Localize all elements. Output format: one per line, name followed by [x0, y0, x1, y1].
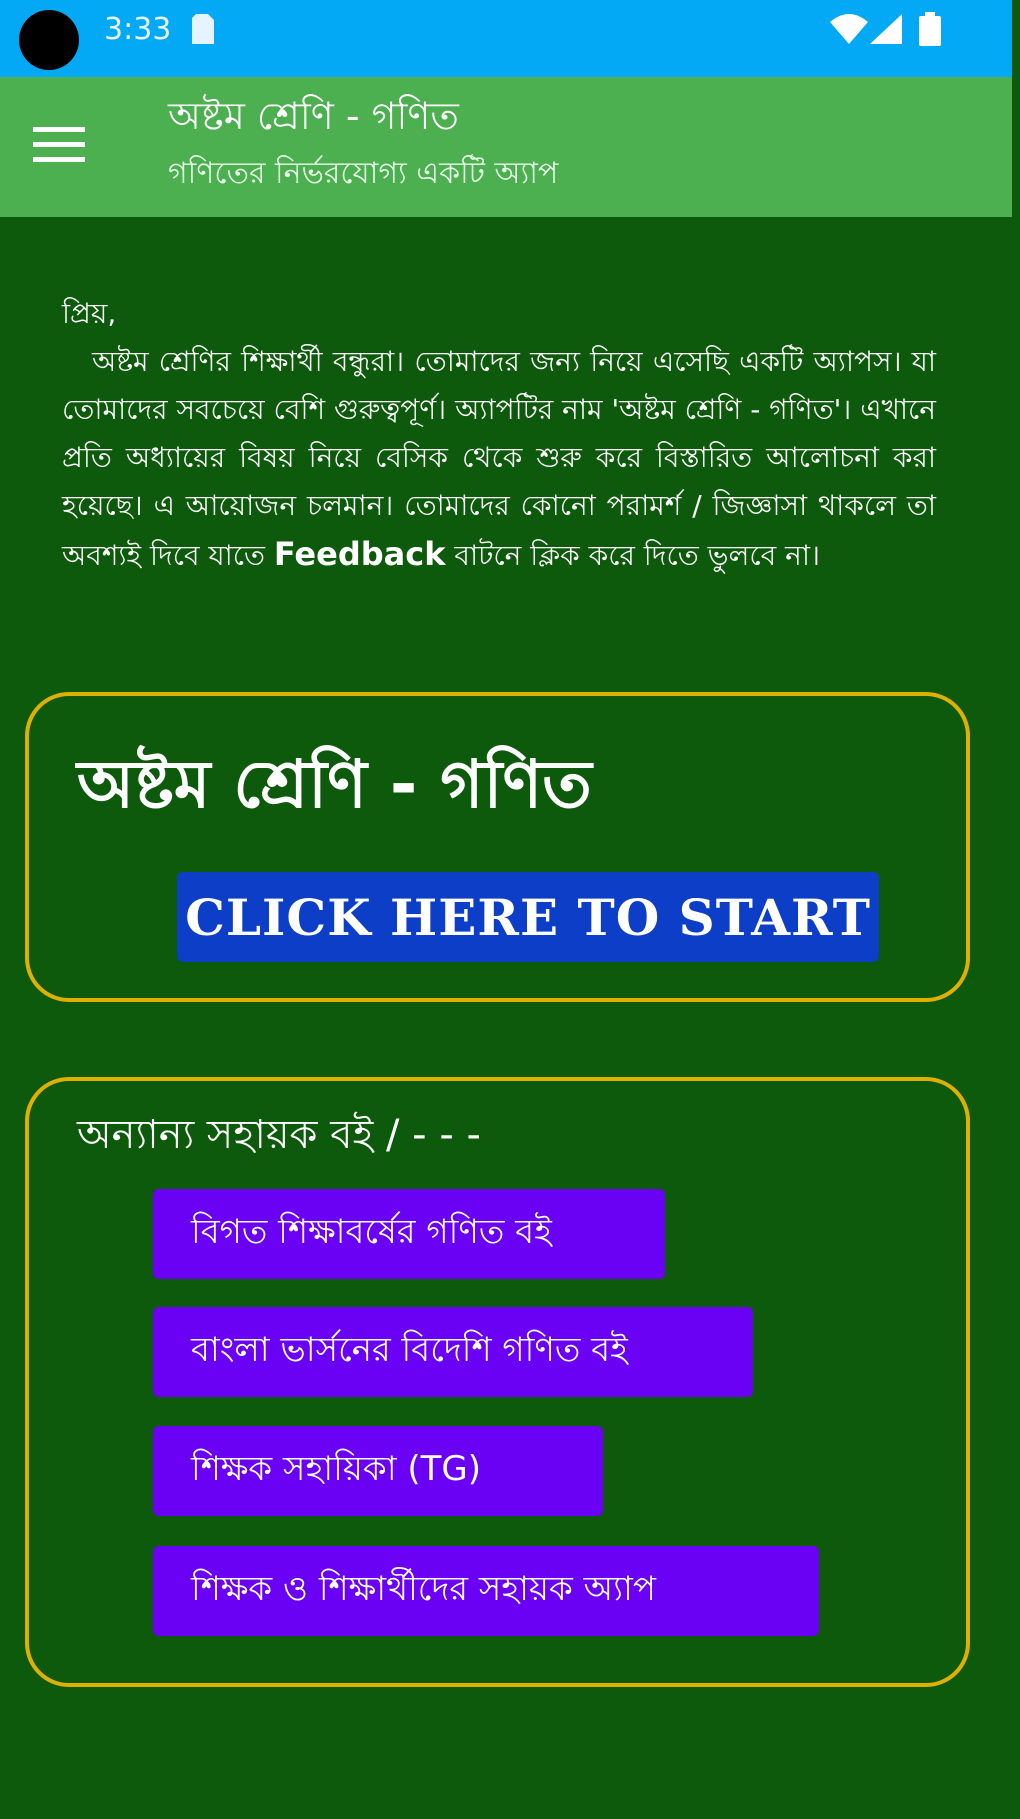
books-heading: অন্যান্য সহায়ক বই / - - - — [77, 1112, 481, 1158]
intro-text-before: অষ্টম শ্রেণির শিক্ষার্থী বন্ধুরা। তোমাদে… — [62, 345, 936, 572]
camera-cutout — [19, 10, 79, 70]
status-bar: 3:33 — [0, 0, 1012, 77]
signal-icon — [870, 14, 902, 48]
helper-app-button[interactable]: শিক্ষক ও শিক্ষার্থীদের সহায়ক অ্যাপ — [153, 1546, 819, 1636]
intro-paragraph: অষ্টম শ্রেণির শিক্ষার্থী বন্ধুরা। তোমাদে… — [62, 338, 936, 580]
app-subtitle: গণিতের নির্ভরযোগ্য একটি অ্যাপ — [168, 156, 559, 191]
intro-text-after: বাটনে ক্লিক করে দিতে ভুলবে না। — [454, 539, 820, 572]
app-title: অষ্টম শ্রেণি - গণিত — [168, 94, 459, 138]
intro-greeting: প্রিয়, — [62, 297, 117, 330]
teacher-guide-button[interactable]: শিক্ষক সহায়িকা (TG) — [153, 1426, 603, 1516]
start-button[interactable]: CLICK HERE TO START — [177, 872, 879, 962]
previous-year-math-book-button[interactable]: বিগত শিক্ষাবর্ষের গণিত বই — [153, 1189, 665, 1279]
hamburger-menu-icon[interactable] — [33, 125, 85, 169]
wifi-icon — [830, 14, 868, 48]
intro-text: প্রিয়, অষ্টম শ্রেণির শিক্ষার্থী বন্ধুরা… — [62, 290, 936, 580]
books-card: অন্যান্য সহায়ক বই / - - - বিগত শিক্ষাবর… — [25, 1077, 970, 1687]
feedback-word: Feedback — [273, 535, 446, 573]
app-bar: অষ্টম শ্রেণি - গণিত গণিতের নির্ভরযোগ্য এ… — [0, 77, 1012, 217]
sim-card-icon — [192, 14, 214, 48]
status-time: 3:33 — [104, 12, 172, 47]
battery-icon — [919, 12, 941, 50]
foreign-math-book-button[interactable]: বাংলা ভার্সনের বিদেশি গণিত বই — [153, 1307, 753, 1397]
main-card-title: অষ্টম শ্রেণি - গণিত — [77, 746, 592, 823]
main-card: অষ্টম শ্রেণি - গণিত CLICK HERE TO START — [25, 692, 970, 1002]
